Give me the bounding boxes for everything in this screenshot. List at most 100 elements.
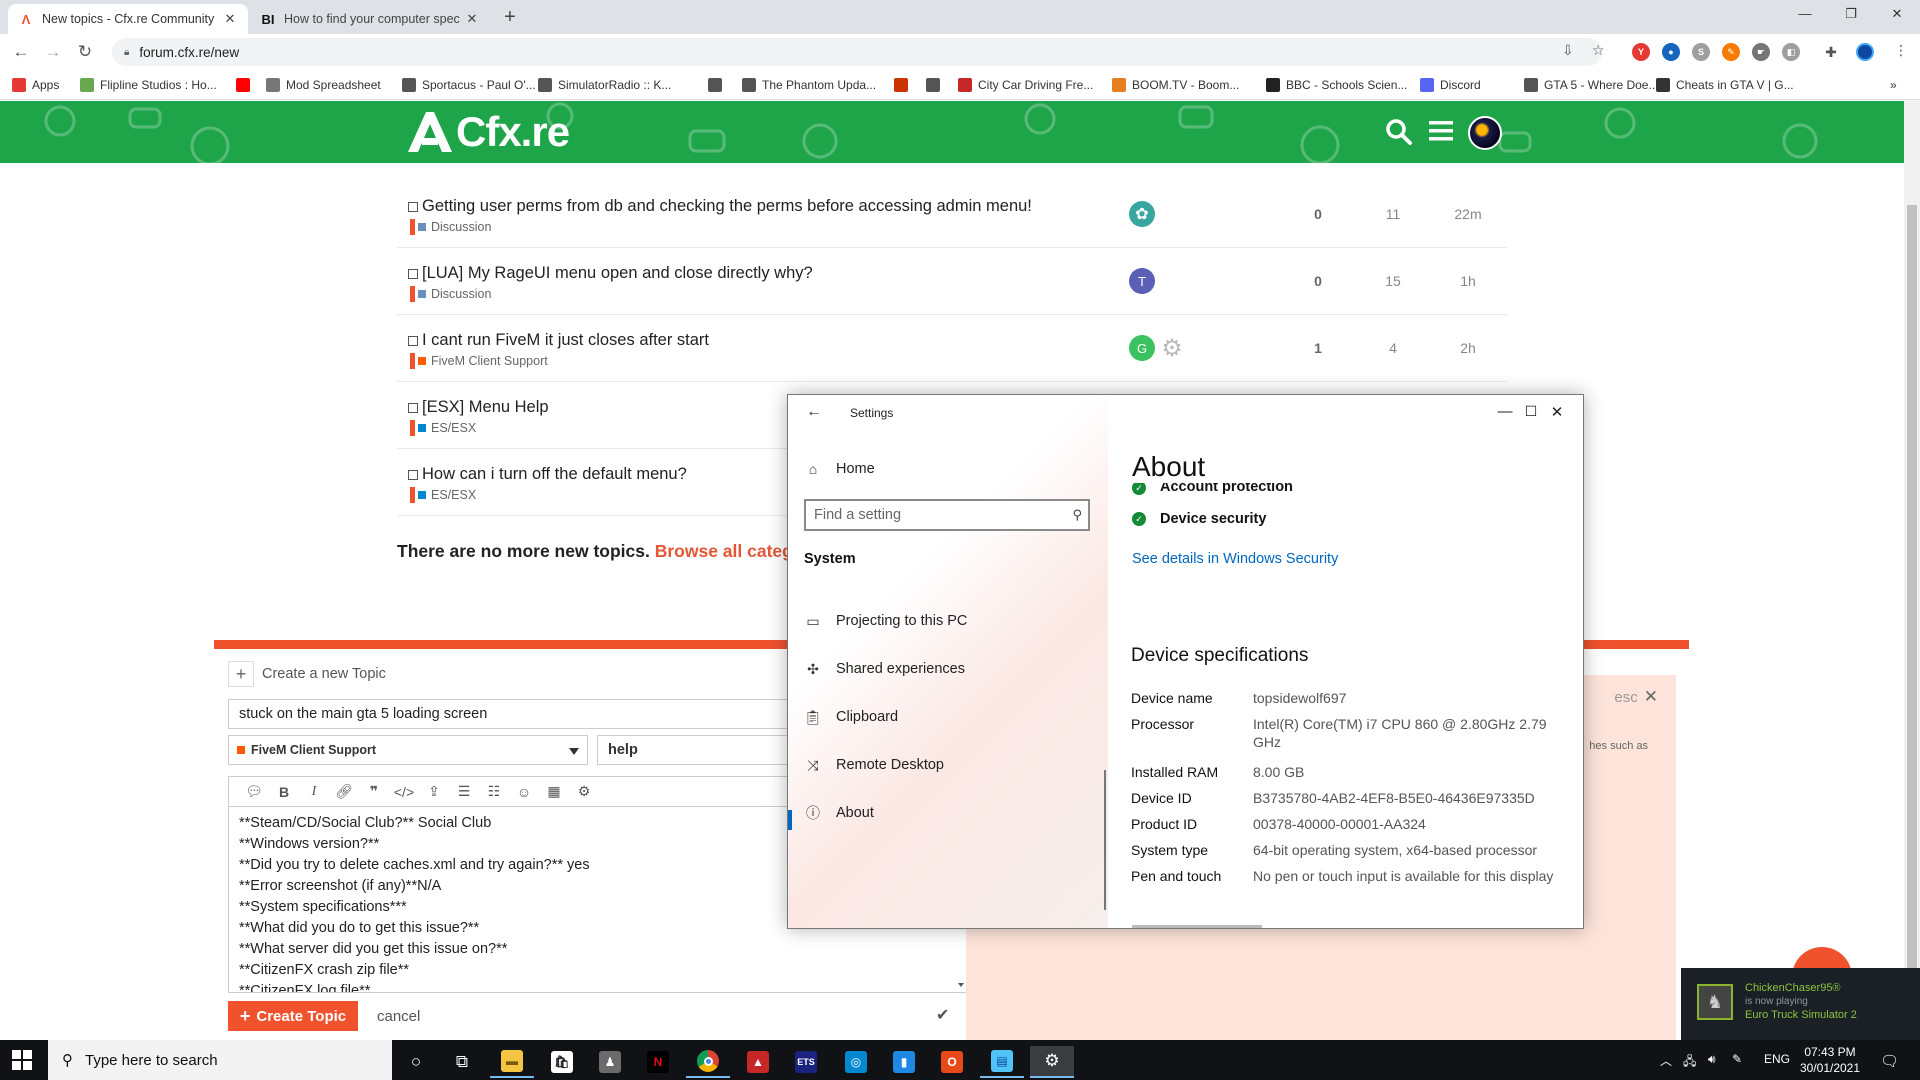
browse-all-categories-link[interactable]: Browse all categ xyxy=(655,541,793,561)
calendar-icon[interactable]: ▦ xyxy=(539,783,569,800)
bookmark-item[interactable]: Cheats in GTA V | G... xyxy=(1656,76,1794,94)
category-badge[interactable]: Discussion xyxy=(410,219,491,235)
app-icon[interactable]: ◎ xyxy=(834,1046,878,1078)
topic-row[interactable]: I cant run FiveM it just closes after st… xyxy=(397,315,1507,382)
topic-title-link[interactable]: [LUA] My RageUI menu open and close dire… xyxy=(408,264,813,283)
category-badge[interactable]: ES/ESX xyxy=(410,487,476,503)
cortana-icon[interactable]: ○ xyxy=(394,1046,438,1078)
settings-nav-item[interactable]: ⓘ About xyxy=(804,801,874,825)
category-badge[interactable]: Discussion xyxy=(410,286,491,302)
puzzle-extensions-icon[interactable]: ✚ xyxy=(1822,43,1840,61)
taskbar-search-box[interactable]: ⚲ Type here to search xyxy=(48,1040,392,1080)
topic-activity[interactable]: 2h xyxy=(1443,340,1493,356)
extension-icon[interactable]: ☛ xyxy=(1752,43,1770,61)
see-details-link[interactable]: See details in Windows Security xyxy=(1132,551,1338,567)
composer-action-title[interactable]: + Create a new Topic xyxy=(228,661,618,687)
bookmark-item[interactable]: BBC - Schools Scien... xyxy=(1266,76,1407,94)
notifications-icon[interactable]: 🗨︎ xyxy=(1880,1052,1899,1070)
forward-arrow-icon[interactable]: → xyxy=(42,42,64,64)
numbered-list-icon[interactable]: ☷ xyxy=(479,783,509,800)
checkbox-icon[interactable] xyxy=(408,268,418,279)
cfx-logo[interactable]: Cfx.re xyxy=(404,108,570,155)
checkbox-icon[interactable] xyxy=(408,469,418,480)
settings-nav-item[interactable]: ▭ Projecting to this PC xyxy=(804,609,967,633)
bookmark-item[interactable]: BOOM.TV - Boom... xyxy=(1112,76,1239,94)
settings-home[interactable]: ⌂ Home xyxy=(804,457,875,481)
gear-icon[interactable]: ⚙ xyxy=(1159,335,1185,362)
cancel-link[interactable]: cancel xyxy=(377,1008,420,1025)
extension-icon[interactable]: S xyxy=(1692,43,1710,61)
app-icon[interactable]: ETS xyxy=(784,1046,828,1078)
settings-gear-icon[interactable]: ⚙ xyxy=(1030,1046,1074,1078)
clock[interactable]: 07:43 PM 30/01/2021 xyxy=(1796,1044,1864,1076)
avatar[interactable]: ✿ xyxy=(1129,201,1155,227)
task-view-icon[interactable]: ⧉ xyxy=(440,1046,484,1078)
bookmark-item[interactable]: Mod Spreadsheet xyxy=(266,76,381,94)
topic-title-input[interactable]: stuck on the main gta 5 loading screen xyxy=(228,699,788,729)
settings-nav-item[interactable]: ⤨ Remote Desktop xyxy=(804,753,944,777)
windows-start-icon[interactable] xyxy=(12,1050,32,1070)
category-select[interactable]: FiveM Client Support xyxy=(228,735,588,765)
plus-icon[interactable]: + xyxy=(228,661,254,687)
close-tab-icon[interactable]: ✕ xyxy=(464,11,480,27)
bookmark-item[interactable] xyxy=(708,76,728,94)
topic-title-link[interactable]: I cant run FiveM it just closes after st… xyxy=(408,331,709,350)
address-bar[interactable]: 🔒︎ forum.cfx.re/new xyxy=(112,38,1602,66)
restore-window-button[interactable]: ❐ xyxy=(1828,6,1874,22)
category-badge[interactable]: ES/ESX xyxy=(410,420,476,436)
emoji-icon[interactable]: ☺ xyxy=(509,784,539,800)
sidebar-scrollbar[interactable] xyxy=(1104,770,1106,910)
link-icon[interactable]: 🔗︎ xyxy=(329,783,359,800)
steam-notification[interactable]: ♞ ChickenChaser95® is now playing Euro T… xyxy=(1681,968,1920,1040)
reload-icon[interactable]: ↻ xyxy=(74,42,96,64)
more-bookmarks-icon[interactable]: » xyxy=(1890,76,1897,94)
topic-activity[interactable]: 22m xyxy=(1443,206,1493,222)
close-window-button[interactable]: ✕ xyxy=(1542,403,1572,421)
app-tray-icon[interactable]: ✎ xyxy=(1732,1052,1742,1066)
avatar[interactable]: G xyxy=(1129,335,1155,361)
bookmark-item[interactable]: SimulatorRadio :: K... xyxy=(538,76,671,94)
bookmark-item[interactable] xyxy=(236,76,256,94)
bookmark-item[interactable]: GTA 5 - Where Doe... xyxy=(1524,76,1658,94)
gear-icon[interactable]: ⚙ xyxy=(569,783,599,800)
bookmark-item[interactable]: Sportacus - Paul O'... xyxy=(402,76,536,94)
bookmark-item[interactable] xyxy=(894,76,914,94)
checkbox-icon[interactable] xyxy=(408,335,418,346)
app-icon[interactable]: ▮ xyxy=(882,1046,926,1078)
user-avatar[interactable] xyxy=(1468,116,1502,150)
topic-title-link[interactable]: Getting user perms from db and checking … xyxy=(408,197,1032,216)
install-app-icon[interactable]: ⇩ xyxy=(1562,42,1574,59)
checkbox-icon[interactable] xyxy=(408,402,418,413)
search-icon[interactable] xyxy=(1385,118,1413,153)
minimize-window-button[interactable]: — xyxy=(1782,6,1828,21)
tab-business-insider[interactable]: BI How to find your computer spec ✕ xyxy=(250,4,490,34)
topic-row[interactable]: Getting user perms from db and checking … xyxy=(397,181,1507,248)
tab-cfx-new-topics[interactable]: Λ New topics - Cfx.re Community ✕ xyxy=(8,4,248,34)
app-icon[interactable]: ♟ xyxy=(588,1046,632,1078)
upload-icon[interactable]: ⇪ xyxy=(419,783,449,800)
extension-icon[interactable]: ● xyxy=(1662,43,1680,61)
italic-icon[interactable]: I xyxy=(299,784,329,800)
settings-nav-item[interactable]: ✣ Shared experiences xyxy=(804,657,965,681)
settings-nav-item[interactable]: 📋︎ Clipboard xyxy=(804,705,898,729)
chrome-icon[interactable] xyxy=(686,1046,730,1078)
extension-icon[interactable]: ✎ xyxy=(1722,43,1740,61)
speech-bubble-icon[interactable]: 💬︎ xyxy=(239,783,269,800)
topic-title-link[interactable]: How can i turn off the default menu? xyxy=(408,465,687,484)
app-icon[interactable]: ▲ xyxy=(736,1046,780,1078)
create-topic-button[interactable]: + Create Topic xyxy=(228,1001,358,1031)
bookmark-star-icon[interactable]: ☆ xyxy=(1592,42,1605,59)
bookmark-item[interactable]: Flipline Studios : Ho... xyxy=(80,76,217,94)
avatar[interactable]: T xyxy=(1129,268,1155,294)
language-indicator[interactable]: ENG xyxy=(1764,1052,1790,1066)
back-arrow-icon[interactable]: ← xyxy=(806,403,822,421)
tag-input[interactable]: help xyxy=(597,735,797,765)
bookmark-item[interactable]: City Car Driving Fre... xyxy=(958,76,1093,94)
bookmark-item[interactable] xyxy=(926,76,946,94)
extension-icon[interactable]: Y xyxy=(1632,43,1650,61)
more-menu-icon[interactable]: ⋮ xyxy=(1894,42,1908,59)
back-arrow-icon[interactable]: ← xyxy=(10,42,32,64)
volume-icon[interactable]: 🔊︎ xyxy=(1708,1052,1716,1067)
topic-activity[interactable]: 1h xyxy=(1443,273,1493,289)
profile-avatar[interactable] xyxy=(1856,43,1874,61)
